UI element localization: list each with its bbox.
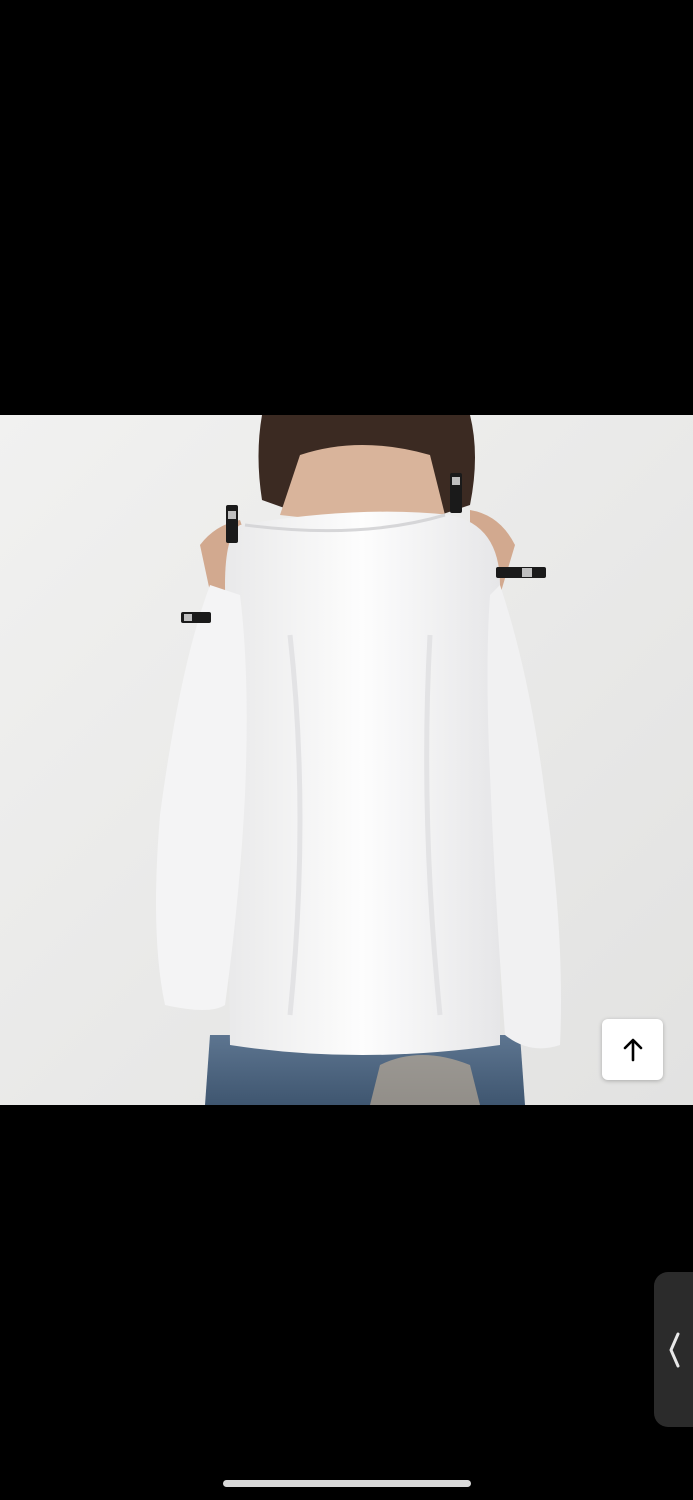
home-indicator[interactable] — [223, 1480, 471, 1487]
side-panel-handle[interactable] — [654, 1272, 693, 1427]
arrow-up-icon — [623, 1038, 642, 1061]
product-photo[interactable] — [0, 415, 693, 1105]
chevron-left-icon — [669, 1332, 679, 1367]
scroll-to-top-button[interactable] — [602, 1019, 663, 1080]
product-photo-illustration — [0, 415, 693, 1105]
image-viewer — [0, 0, 693, 1500]
